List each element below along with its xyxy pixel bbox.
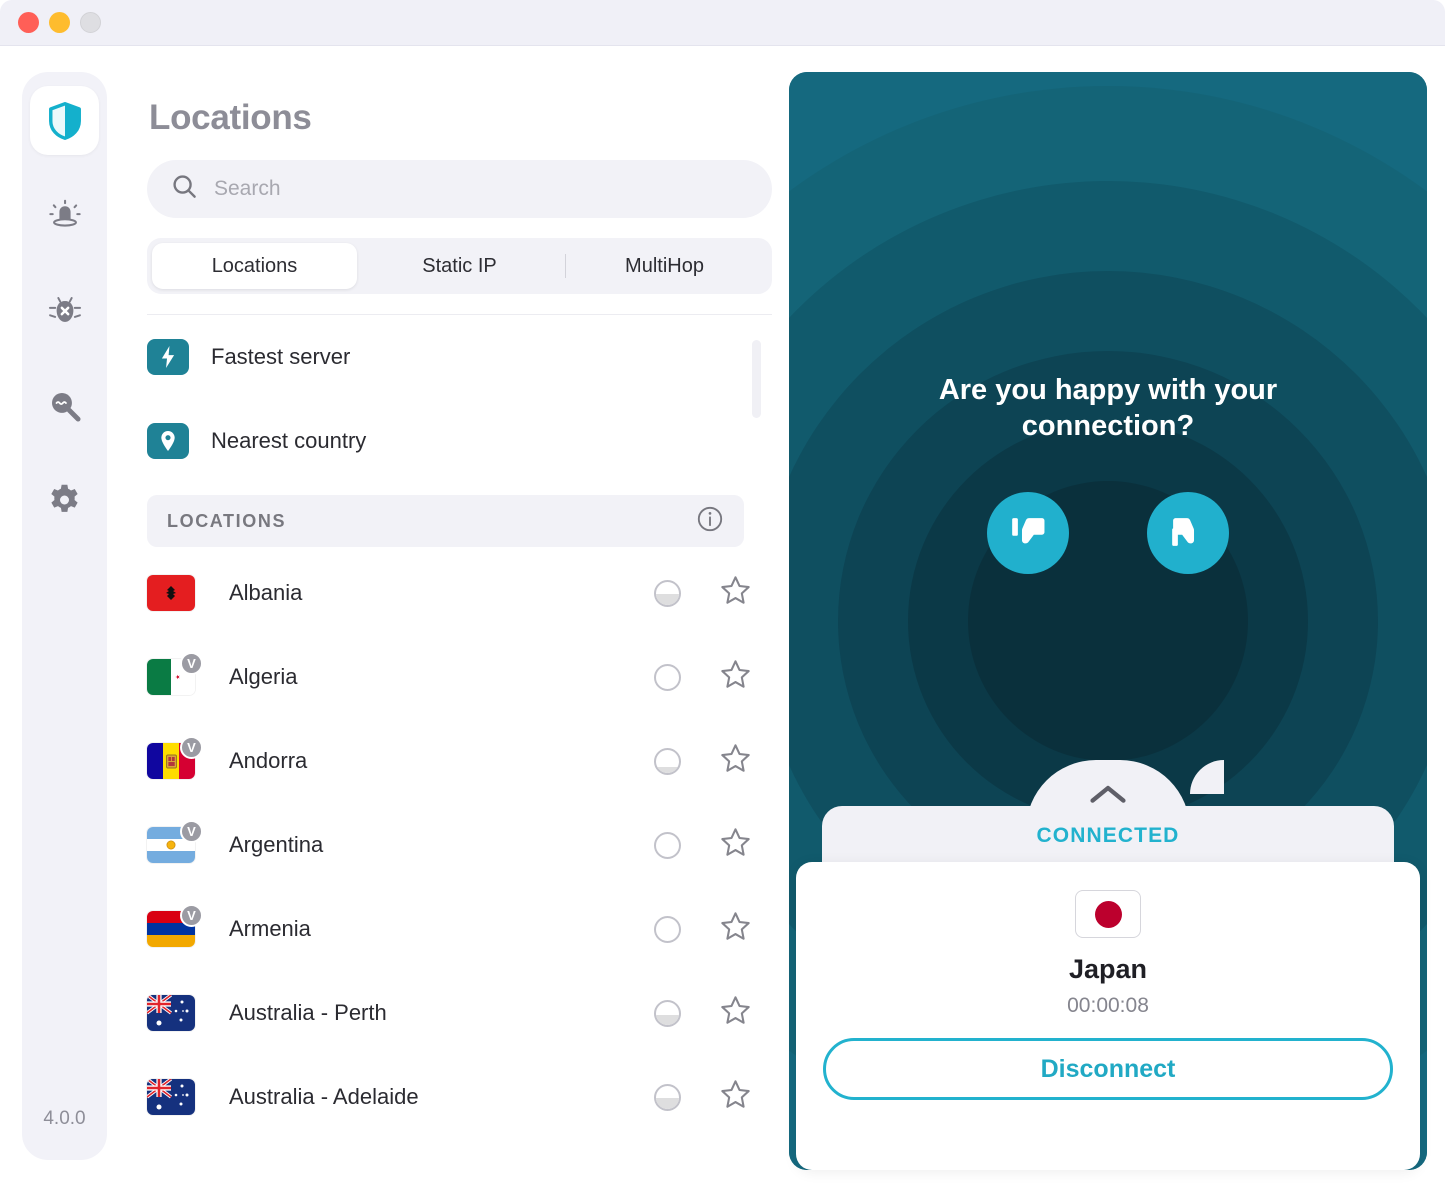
server-load-indicator bbox=[654, 747, 681, 775]
tab-static-ip[interactable]: Static IP bbox=[357, 243, 562, 289]
status-badge: CONNECTED bbox=[1036, 824, 1180, 847]
quick-option-fastest-server[interactable]: Fastest server bbox=[147, 315, 787, 399]
table-row[interactable]: V Armenia bbox=[147, 887, 787, 971]
country-name: Australia - Adelaide bbox=[229, 1084, 419, 1109]
row-actions bbox=[654, 910, 752, 948]
connected-country: Japan bbox=[1068, 954, 1148, 984]
server-load-indicator bbox=[654, 915, 681, 943]
quick-option-nearest-country[interactable]: Nearest country bbox=[147, 399, 787, 483]
country-name: Algeria bbox=[229, 664, 298, 689]
app-window: 4.0.0 Locations Locations Static IP Mult… bbox=[0, 0, 1445, 1183]
siren-icon bbox=[48, 199, 82, 233]
virtual-server-badge: V bbox=[180, 904, 203, 927]
quick-option-label: Fastest server bbox=[211, 344, 351, 369]
favorite-star-icon[interactable] bbox=[719, 574, 752, 612]
sidebar-item-settings[interactable] bbox=[30, 466, 99, 535]
locations-section-header: LOCATIONS bbox=[147, 495, 744, 547]
thumbs-up-icon bbox=[1169, 513, 1207, 554]
virtual-server-badge: V bbox=[180, 652, 203, 675]
title-bar bbox=[0, 0, 1445, 46]
page-title: Locations bbox=[149, 98, 312, 137]
favorite-star-icon[interactable] bbox=[719, 658, 752, 696]
table-row[interactable]: V Argentina bbox=[147, 803, 787, 887]
table-row[interactable]: V Algeria bbox=[147, 635, 787, 719]
favorite-star-icon[interactable] bbox=[719, 826, 752, 864]
close-window-button[interactable] bbox=[18, 12, 39, 33]
thumbs-down-icon bbox=[1009, 513, 1047, 554]
location-tabs: Locations Static IP MultiHop bbox=[147, 238, 772, 294]
connection-card: Japan 00:00:08 Disconnect bbox=[796, 862, 1420, 1170]
country-name: Australia - Perth bbox=[229, 1000, 387, 1025]
info-icon[interactable] bbox=[696, 505, 724, 538]
chevron-up-icon[interactable] bbox=[1087, 782, 1129, 813]
minimize-window-button[interactable] bbox=[49, 12, 70, 33]
bolt-icon bbox=[147, 339, 189, 375]
shield-icon bbox=[47, 101, 83, 141]
app-version: 4.0.0 bbox=[43, 1108, 86, 1129]
search-icon bbox=[171, 173, 198, 205]
flag-armenia: V bbox=[147, 904, 203, 950]
row-actions bbox=[654, 826, 752, 864]
quick-option-label: Nearest country bbox=[211, 428, 367, 453]
table-row[interactable]: Australia - Perth bbox=[147, 971, 787, 1055]
japan-flag-disc bbox=[1094, 900, 1122, 928]
feedback-buttons bbox=[789, 492, 1427, 574]
gear-icon bbox=[47, 483, 82, 518]
server-load-indicator bbox=[654, 999, 681, 1027]
locations-panel: Locations Locations Static IP MultiHop bbox=[147, 72, 787, 1172]
thumbs-up-button[interactable] bbox=[1147, 492, 1229, 574]
search-input[interactable] bbox=[214, 177, 748, 201]
favorite-star-icon[interactable] bbox=[719, 910, 752, 948]
row-actions bbox=[654, 742, 752, 780]
table-row[interactable]: Australia - Adelaide bbox=[147, 1055, 787, 1139]
row-actions bbox=[654, 994, 752, 1032]
sidebar-item-antivirus[interactable] bbox=[30, 276, 99, 345]
flag-australia bbox=[147, 1076, 199, 1118]
country-name: Argentina bbox=[229, 832, 324, 857]
row-actions bbox=[654, 574, 752, 612]
table-row[interactable]: V Andorra bbox=[147, 719, 787, 803]
table-row[interactable]: Albania bbox=[147, 551, 787, 635]
server-load-indicator bbox=[654, 1083, 681, 1111]
favorite-star-icon[interactable] bbox=[719, 742, 752, 780]
feedback-question: Are you happy with your connection? bbox=[938, 374, 1278, 443]
server-load-indicator bbox=[654, 579, 681, 607]
server-load-indicator bbox=[654, 663, 681, 691]
favorite-star-icon[interactable] bbox=[719, 1078, 752, 1116]
tab-multihop[interactable]: MultiHop bbox=[562, 243, 767, 289]
pin-icon bbox=[147, 423, 189, 459]
country-name: Albania bbox=[229, 580, 303, 605]
row-actions bbox=[654, 658, 752, 696]
section-header-label: LOCATIONS bbox=[167, 510, 287, 531]
virtual-server-badge: V bbox=[180, 820, 203, 843]
tab-locations[interactable]: Locations bbox=[152, 243, 357, 289]
flag-australia bbox=[147, 992, 199, 1034]
list-scrollbar[interactable] bbox=[752, 340, 761, 1160]
thumbs-down-button[interactable] bbox=[987, 492, 1069, 574]
disconnect-button[interactable]: Disconnect bbox=[823, 1038, 1393, 1100]
sidebar-item-vpn[interactable] bbox=[30, 86, 99, 155]
virtual-server-badge: V bbox=[180, 736, 203, 759]
country-list: Albania V Algeria V Andorra V Argentina … bbox=[147, 551, 787, 1139]
bug-icon bbox=[48, 294, 82, 328]
search-bar[interactable] bbox=[147, 160, 772, 218]
country-name: Andorra bbox=[229, 748, 308, 773]
scan-search-icon bbox=[48, 389, 82, 423]
sidebar: 4.0.0 bbox=[22, 72, 107, 1160]
flag-albania bbox=[147, 572, 199, 614]
row-actions bbox=[654, 1078, 752, 1116]
server-load-indicator bbox=[654, 831, 681, 859]
maximize-window-button[interactable] bbox=[80, 12, 101, 33]
sidebar-item-breach-alert[interactable] bbox=[30, 181, 99, 250]
tab-separator bbox=[565, 254, 566, 278]
country-name: Armenia bbox=[229, 916, 311, 941]
favorite-star-icon[interactable] bbox=[719, 994, 752, 1032]
scrollbar-thumb[interactable] bbox=[752, 340, 761, 418]
flag-argentina: V bbox=[147, 820, 203, 866]
sidebar-item-breach-scanner[interactable] bbox=[30, 371, 99, 440]
flag-andorra: V bbox=[147, 736, 203, 782]
flag-japan bbox=[1075, 890, 1141, 938]
flag-algeria: V bbox=[147, 652, 203, 698]
connection-timer: 00:00:08 bbox=[1067, 994, 1149, 1017]
